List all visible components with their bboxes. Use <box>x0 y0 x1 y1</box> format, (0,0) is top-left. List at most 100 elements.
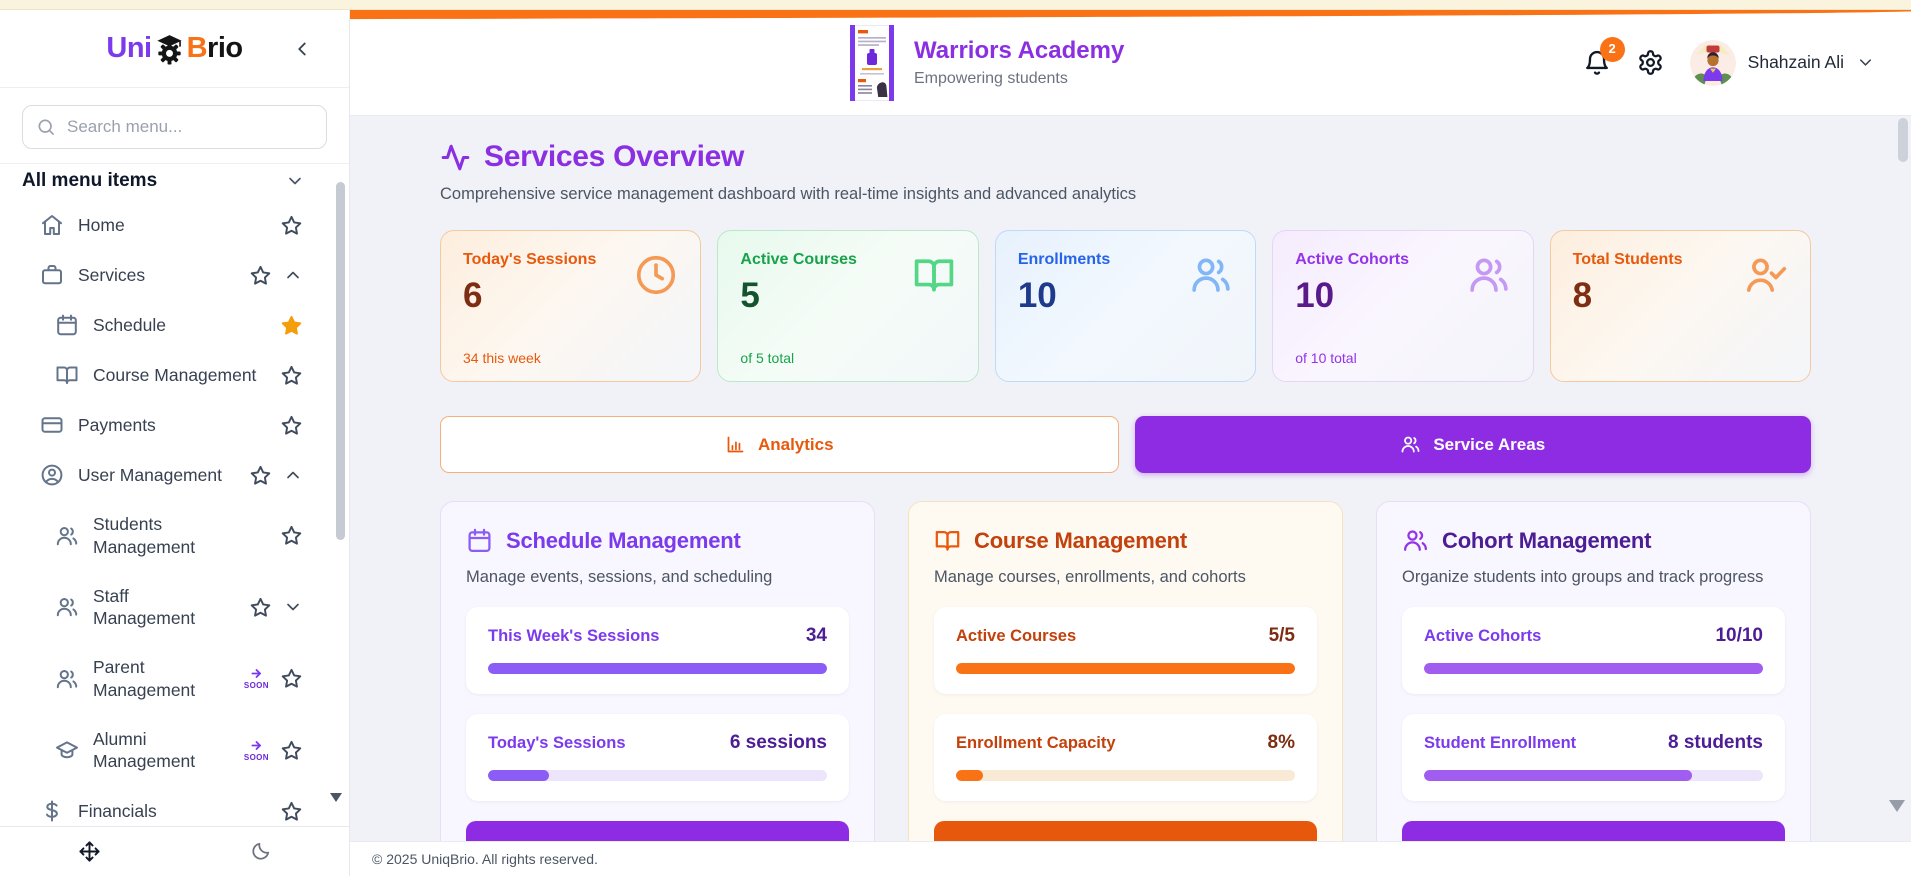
logo-gear-icon <box>153 32 186 67</box>
sidebar-item-course-management[interactable]: Course Management <box>0 350 349 400</box>
chevron-up-icon[interactable] <box>283 465 303 485</box>
sidebar-item-students-management[interactable]: Students Management <box>0 500 349 572</box>
sidebar-item-home[interactable]: Home <box>0 200 349 250</box>
metric-active-cohorts: Active Cohorts 10/10 <box>1402 607 1785 694</box>
metric-value: 10/10 <box>1715 625 1763 646</box>
top-accent-strip <box>0 0 1911 10</box>
card-title: Cohort Management <box>1442 527 1652 553</box>
sidebar-item-controls <box>280 414 303 437</box>
sidebar-item-financials[interactable]: Financials <box>0 786 349 826</box>
users-icon <box>1402 527 1429 554</box>
academy-logo-image <box>850 24 894 101</box>
search-icon <box>36 117 56 137</box>
progress-fill <box>956 663 1295 674</box>
user-menu[interactable]: Shahzain Ali <box>1689 39 1875 86</box>
sidebar-item-controls <box>280 314 303 337</box>
sidebar-item-label: Students Management <box>93 514 196 557</box>
logo-text-rio: rio <box>207 32 243 64</box>
sidebar-item-controls <box>249 464 303 487</box>
favorite-star-icon[interactable] <box>280 667 303 690</box>
metric-enrollment-capacity: Enrollment Capacity 8% <box>934 714 1317 801</box>
favorite-star-icon[interactable] <box>249 264 272 287</box>
sidebar-item-label: Services <box>78 264 146 285</box>
sidebar-item-controls <box>280 364 303 387</box>
service-areas-button[interactable]: Service Areas <box>1134 416 1811 473</box>
moon-icon[interactable] <box>250 841 271 862</box>
calendar-icon <box>466 527 493 554</box>
sidebar-item-payments[interactable]: Payments <box>0 400 349 450</box>
users-icon <box>55 667 79 691</box>
sidebar-item-parent-management[interactable]: Parent Management SOON <box>0 643 349 715</box>
card-cohort-management: Cohort Management Organize students into … <box>1376 501 1811 841</box>
clock-icon <box>634 253 678 297</box>
page-title-row: Services Overview <box>440 140 1811 174</box>
chevron-down-icon[interactable] <box>283 597 303 617</box>
arrow-right-icon <box>248 739 265 752</box>
main-content: Services Overview Comprehensive service … <box>350 116 1911 841</box>
sidebar-menu: Home Services Schedule Course Management Pay… <box>0 196 349 826</box>
metric-value: 34 <box>805 625 827 646</box>
menu-section-header[interactable]: All menu items <box>0 163 349 196</box>
card-action-button[interactable] <box>1402 821 1785 841</box>
stat-card-active-cohorts: Active Cohorts 10 of 10 total <box>1272 230 1534 382</box>
progress-bar <box>1424 770 1763 781</box>
sidebar-item-services[interactable]: Services <box>0 250 349 300</box>
favorite-star-icon[interactable] <box>280 364 303 387</box>
progress-bar <box>1424 663 1763 674</box>
search-input[interactable] <box>22 105 327 149</box>
stats-row: Today's Sessions 6 34 this week Active Cour… <box>440 230 1812 382</box>
card-description: Manage courses, enrollments, and cohorts <box>934 568 1246 586</box>
management-cards: Schedule Management Manage events, sessio… <box>440 501 1811 841</box>
move-icon[interactable] <box>78 840 101 863</box>
users-icon <box>1467 253 1511 297</box>
analytics-button[interactable]: Analytics <box>440 416 1119 473</box>
sidebar-item-schedule[interactable]: Schedule <box>0 300 349 350</box>
sidebar-scrollbar-thumb[interactable] <box>336 182 345 540</box>
user-circle-icon <box>40 463 64 487</box>
progress-fill <box>1424 770 1692 781</box>
card-action-button[interactable] <box>466 821 849 841</box>
avatar <box>1689 39 1736 86</box>
sidebar-item-staff-management[interactable]: Staff Management <box>0 572 349 644</box>
favorite-star-icon[interactable] <box>249 464 272 487</box>
sidebar-item-label: Schedule <box>93 314 166 335</box>
sidebar-item-label: Home <box>78 214 125 235</box>
card-header: Schedule Management <box>466 527 849 554</box>
gear-icon[interactable] <box>1637 49 1664 76</box>
favorite-star-icon[interactable] <box>280 214 303 237</box>
card-title: Schedule Management <box>506 527 741 553</box>
favorite-star-icon[interactable] <box>249 596 272 619</box>
service-areas-button-label: Service Areas <box>1433 434 1546 454</box>
card-action-button[interactable] <box>934 821 1317 841</box>
favorite-star-icon[interactable] <box>280 524 303 547</box>
favorite-star-icon[interactable] <box>280 800 303 823</box>
user-name: Shahzain Ali <box>1747 52 1844 72</box>
metric-label: Active Courses <box>956 626 1077 645</box>
sidebar-search <box>22 105 327 149</box>
favorite-star-icon[interactable] <box>280 314 303 337</box>
metric-label: This Week's Sessions <box>488 626 660 645</box>
bell-icon[interactable]: 2 <box>1583 36 1625 77</box>
window-scrollbar-thumb[interactable] <box>1898 118 1908 162</box>
sidebar-item-label: Parent Management <box>93 657 196 700</box>
stat-card-today-s-sessions: Today's Sessions 6 34 this week <box>440 230 702 382</box>
metric-active-courses: Active Courses 5/5 <box>934 607 1317 694</box>
progress-fill <box>488 770 550 781</box>
credit-card-icon <box>40 413 64 437</box>
progress-fill <box>956 770 984 781</box>
sidebar-collapse-button[interactable] <box>291 38 313 60</box>
top-header: Warriors Academy Empowering students 2 S… <box>0 0 1911 116</box>
dollar-icon <box>40 799 64 823</box>
stat-card-total-students: Total Students 8 <box>1549 230 1812 382</box>
chevron-up-icon[interactable] <box>283 265 303 285</box>
academy-tagline: Empowering students <box>914 70 1068 88</box>
chevron-down-icon <box>285 171 305 191</box>
stat-subtext: of 10 total <box>1295 350 1357 366</box>
sidebar-item-user-management[interactable]: User Management <box>0 450 349 500</box>
favorite-star-icon[interactable] <box>280 414 303 437</box>
metric-today-s-sessions: Today's Sessions 6 sessions <box>466 714 849 801</box>
sidebar-item-alumni-management[interactable]: Alumni Management SOON <box>0 715 349 787</box>
soon-badge: SOON <box>244 667 269 690</box>
favorite-star-icon[interactable] <box>280 739 303 762</box>
sidebar: Uni B rio Search menu... All menu items … <box>0 10 350 876</box>
